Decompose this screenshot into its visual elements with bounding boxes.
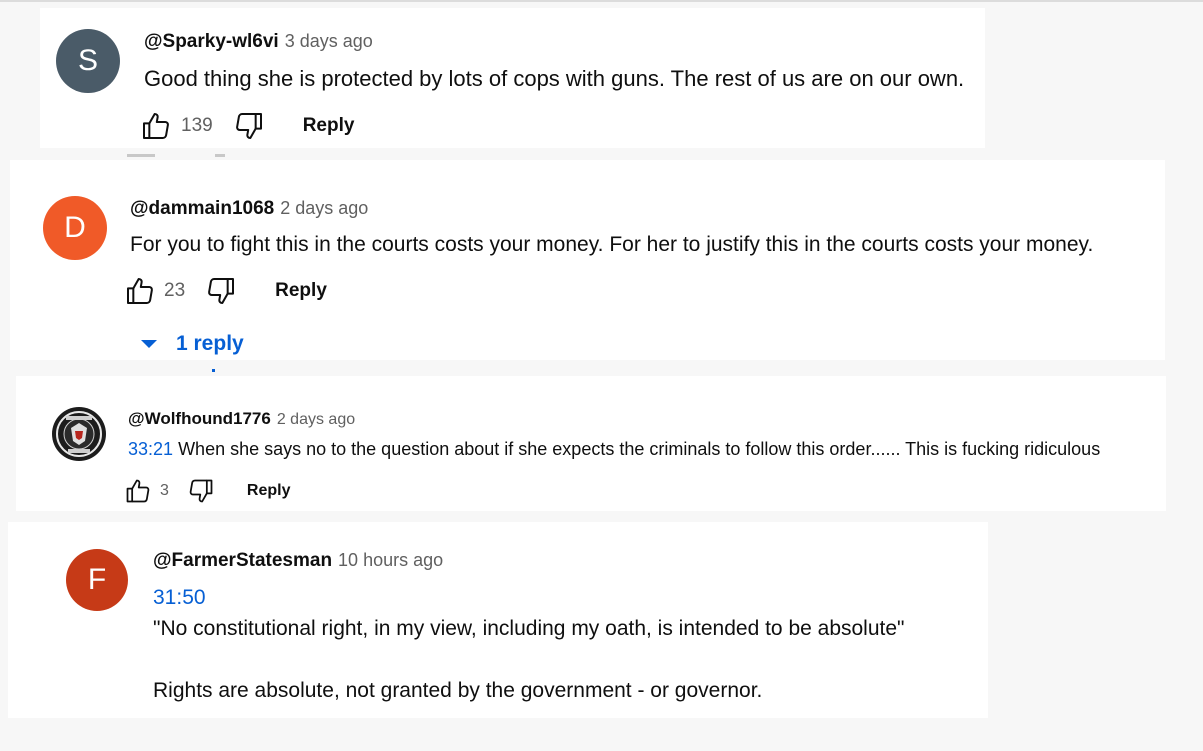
wolfhound-emblem-icon bbox=[52, 407, 106, 461]
partial-divider bbox=[127, 154, 155, 157]
like-count: 3 bbox=[160, 482, 169, 499]
like-icon[interactable] bbox=[124, 275, 156, 307]
reply-button[interactable]: Reply bbox=[303, 115, 355, 137]
caret-down-icon bbox=[140, 338, 158, 350]
author-name[interactable]: @FarmerStatesman bbox=[153, 550, 332, 571]
partial-divider bbox=[215, 154, 225, 157]
comment-header: @Wolfhound1776 2 days ago bbox=[128, 409, 355, 429]
avatar-letter: S bbox=[77, 44, 98, 77]
author-name[interactable]: @Wolfhound1776 bbox=[128, 409, 271, 428]
comment-actions: 23 Reply bbox=[124, 275, 327, 307]
like-icon[interactable] bbox=[140, 110, 172, 142]
reply-button[interactable]: Reply bbox=[247, 482, 291, 500]
top-divider bbox=[0, 0, 1203, 2]
comment-header: @Sparky-wl6vi 3 days ago bbox=[144, 31, 373, 53]
comment-text: For you to fight this in the courts cost… bbox=[130, 233, 1094, 256]
comment-actions: 3 Reply bbox=[124, 477, 290, 505]
comment-body: When she says no to the question about i… bbox=[178, 439, 1101, 459]
timestamp-link[interactable]: 33:21 bbox=[128, 439, 173, 459]
replies-count-label: 1 reply bbox=[176, 332, 244, 355]
timestamp-link[interactable]: 31:50 bbox=[153, 586, 206, 610]
comment-time[interactable]: 3 days ago bbox=[285, 31, 373, 51]
comment-header: @FarmerStatesman 10 hours ago bbox=[153, 550, 443, 572]
avatar[interactable]: F bbox=[66, 549, 128, 611]
avatar[interactable] bbox=[52, 407, 106, 461]
like-icon[interactable] bbox=[124, 477, 152, 505]
comment-text: "No constitutional right, in my view, in… bbox=[153, 617, 905, 640]
comment-header: @dammain1068 2 days ago bbox=[130, 198, 368, 220]
avatar-letter: F bbox=[87, 563, 107, 596]
avatar-letter: D bbox=[64, 211, 86, 244]
author-name[interactable]: @Sparky-wl6vi bbox=[144, 31, 279, 52]
comment-time[interactable]: 2 days ago bbox=[280, 198, 368, 218]
comment-text: Good thing she is protected by lots of c… bbox=[144, 66, 965, 91]
comment-text: Rights are absolute, not granted by the … bbox=[153, 679, 763, 702]
like-count: 23 bbox=[164, 280, 186, 301]
like-count: 139 bbox=[181, 115, 213, 136]
comment-text: 33:21 When she says no to the question a… bbox=[128, 439, 1100, 460]
avatar[interactable]: S bbox=[56, 29, 120, 93]
partial-divider bbox=[212, 369, 215, 372]
dislike-icon[interactable] bbox=[233, 110, 265, 142]
comment-actions: 139 Reply bbox=[140, 110, 354, 142]
comment-time[interactable]: 10 hours ago bbox=[338, 550, 443, 570]
reply-button[interactable]: Reply bbox=[275, 280, 327, 302]
dislike-icon[interactable] bbox=[187, 477, 215, 505]
comment-card bbox=[10, 160, 1165, 360]
author-name[interactable]: @dammain1068 bbox=[130, 198, 274, 219]
dislike-icon[interactable] bbox=[205, 275, 237, 307]
view-replies-button[interactable]: 1 reply bbox=[140, 332, 244, 356]
avatar[interactable]: D bbox=[43, 196, 107, 260]
comment-time[interactable]: 2 days ago bbox=[277, 411, 355, 428]
